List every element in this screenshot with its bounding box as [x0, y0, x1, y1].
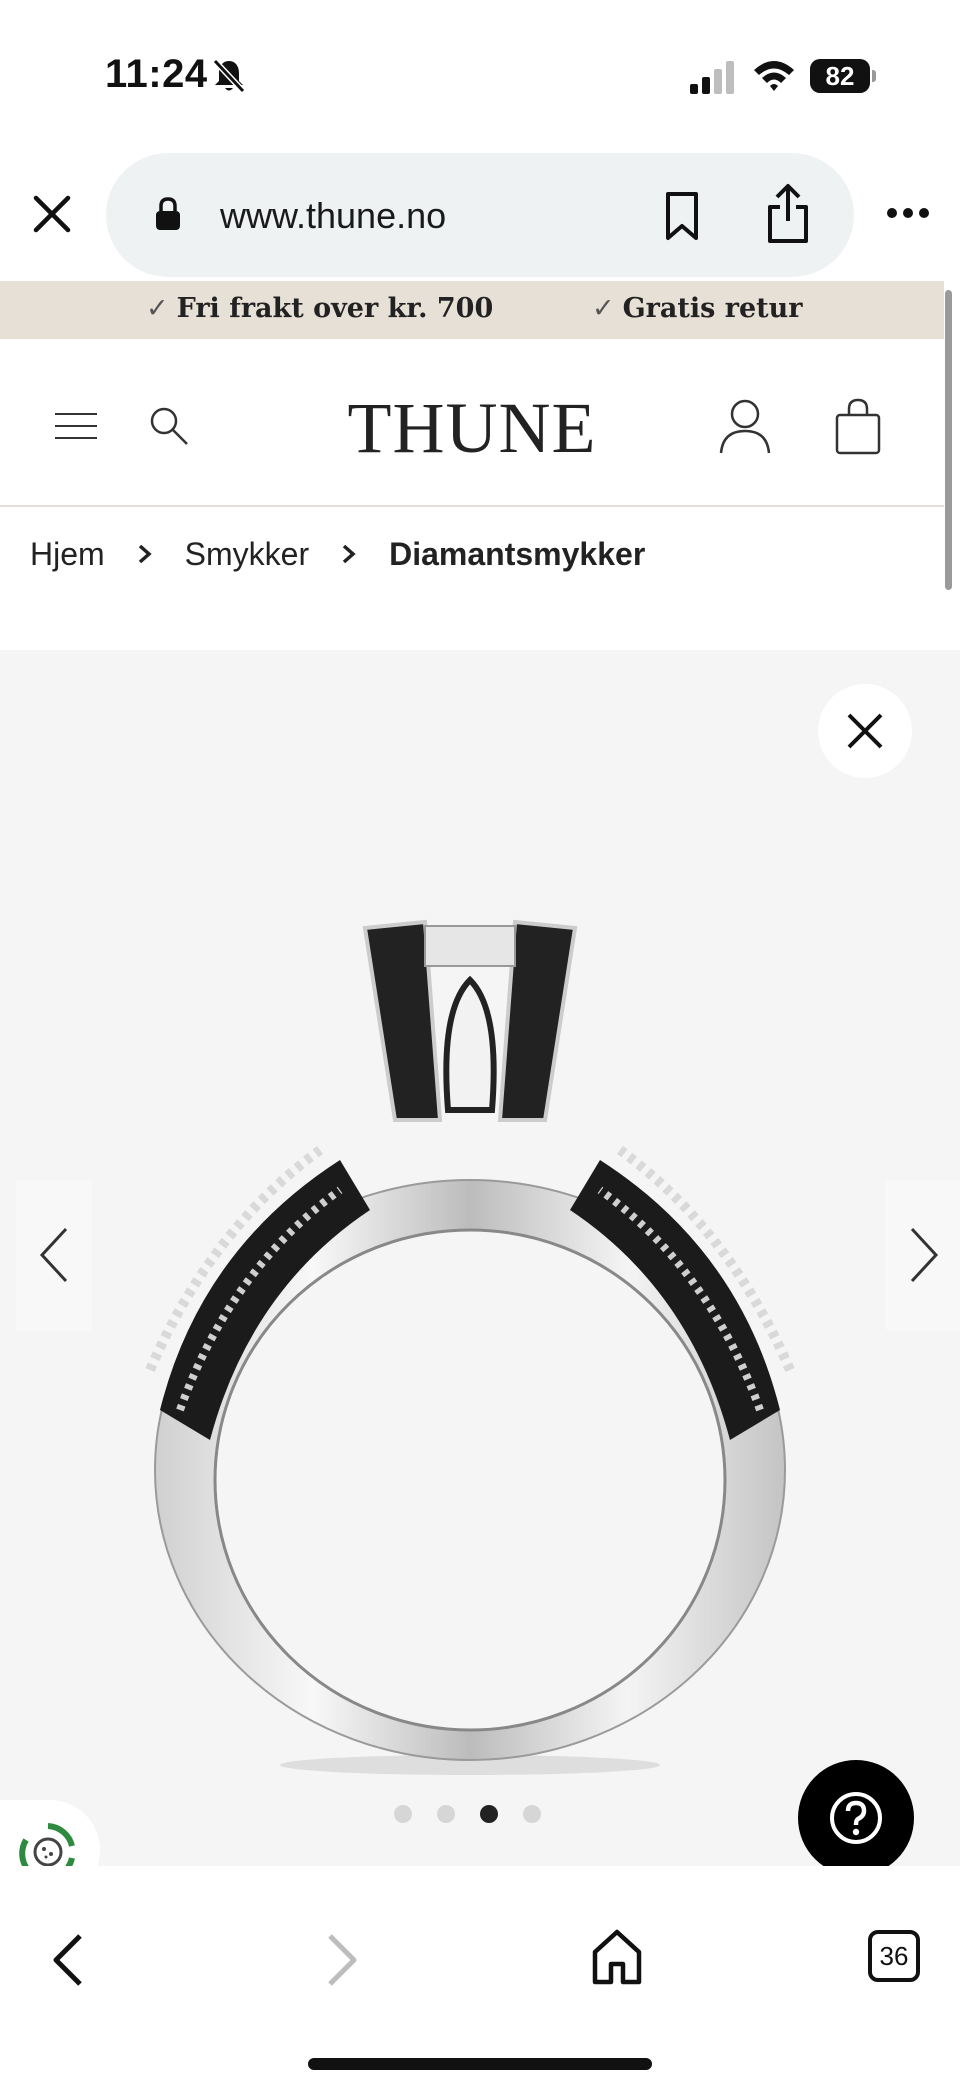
announcement-free-returns: ✓ Gratis retur	[592, 293, 803, 324]
tabs-button[interactable]: 36	[868, 1930, 920, 1982]
chevron-right-icon	[342, 544, 356, 564]
chevron-right-icon	[138, 544, 152, 564]
battery-level: 82	[810, 59, 870, 93]
pagination-dot[interactable]	[437, 1805, 455, 1823]
bookmark-icon[interactable]	[662, 191, 702, 241]
breadcrumb-jewelry[interactable]: Smykker	[185, 536, 309, 573]
browser-toolbar: 36	[0, 1866, 960, 2087]
address-bar[interactable]: www.thune.no	[106, 153, 854, 277]
close-icon	[847, 713, 883, 749]
status-time: 11:24	[105, 52, 208, 96]
announcement-free-shipping: ✓ Fri frakt over kr. 700	[146, 293, 494, 324]
battery-icon: 82	[810, 59, 876, 93]
home-icon[interactable]	[590, 1926, 644, 1986]
url-text: www.thune.no	[220, 195, 447, 236]
home-indicator	[308, 2058, 652, 2070]
site-header: THUNE	[0, 339, 944, 507]
site-logo[interactable]: THUNE	[0, 387, 944, 470]
browser-bar: www.thune.no	[0, 150, 960, 280]
close-icon[interactable]	[28, 190, 76, 238]
announcement-bar: ✓ Fri frakt over kr. 700 ✓ Gratis retur	[0, 281, 944, 339]
gallery-pagination	[394, 1805, 541, 1823]
back-icon[interactable]	[48, 1930, 88, 1990]
more-icon[interactable]	[886, 206, 930, 220]
account-icon[interactable]	[718, 397, 772, 455]
lock-icon	[156, 197, 180, 230]
forward-icon[interactable]	[322, 1930, 362, 1990]
status-bar: 11:24 82	[0, 0, 960, 150]
pagination-dot[interactable]	[394, 1805, 412, 1823]
next-image-button[interactable]	[886, 1180, 960, 1330]
wifi-icon	[754, 61, 794, 91]
product-image-gallery[interactable]	[0, 650, 960, 1900]
pagination-dot-active[interactable]	[480, 1805, 498, 1823]
help-chat-button[interactable]	[798, 1760, 914, 1876]
gallery-close-button[interactable]	[818, 684, 912, 778]
scrollbar[interactable]	[945, 290, 952, 590]
chevron-left-icon	[39, 1227, 68, 1283]
chevron-right-icon	[910, 1227, 939, 1283]
silent-bell-icon	[212, 58, 246, 94]
breadcrumb: Hjem Smykker Diamantsmykker	[30, 532, 645, 576]
breadcrumb-diamond-jewelry[interactable]: Diamantsmykker	[389, 536, 645, 573]
share-icon[interactable]	[764, 183, 812, 245]
bag-icon[interactable]	[834, 397, 882, 455]
pagination-dot[interactable]	[523, 1805, 541, 1823]
question-icon	[830, 1792, 882, 1844]
previous-image-button[interactable]	[16, 1180, 92, 1330]
breadcrumb-home[interactable]: Hjem	[30, 536, 105, 573]
signal-icon	[690, 61, 734, 94]
ring-image	[145, 919, 795, 1775]
